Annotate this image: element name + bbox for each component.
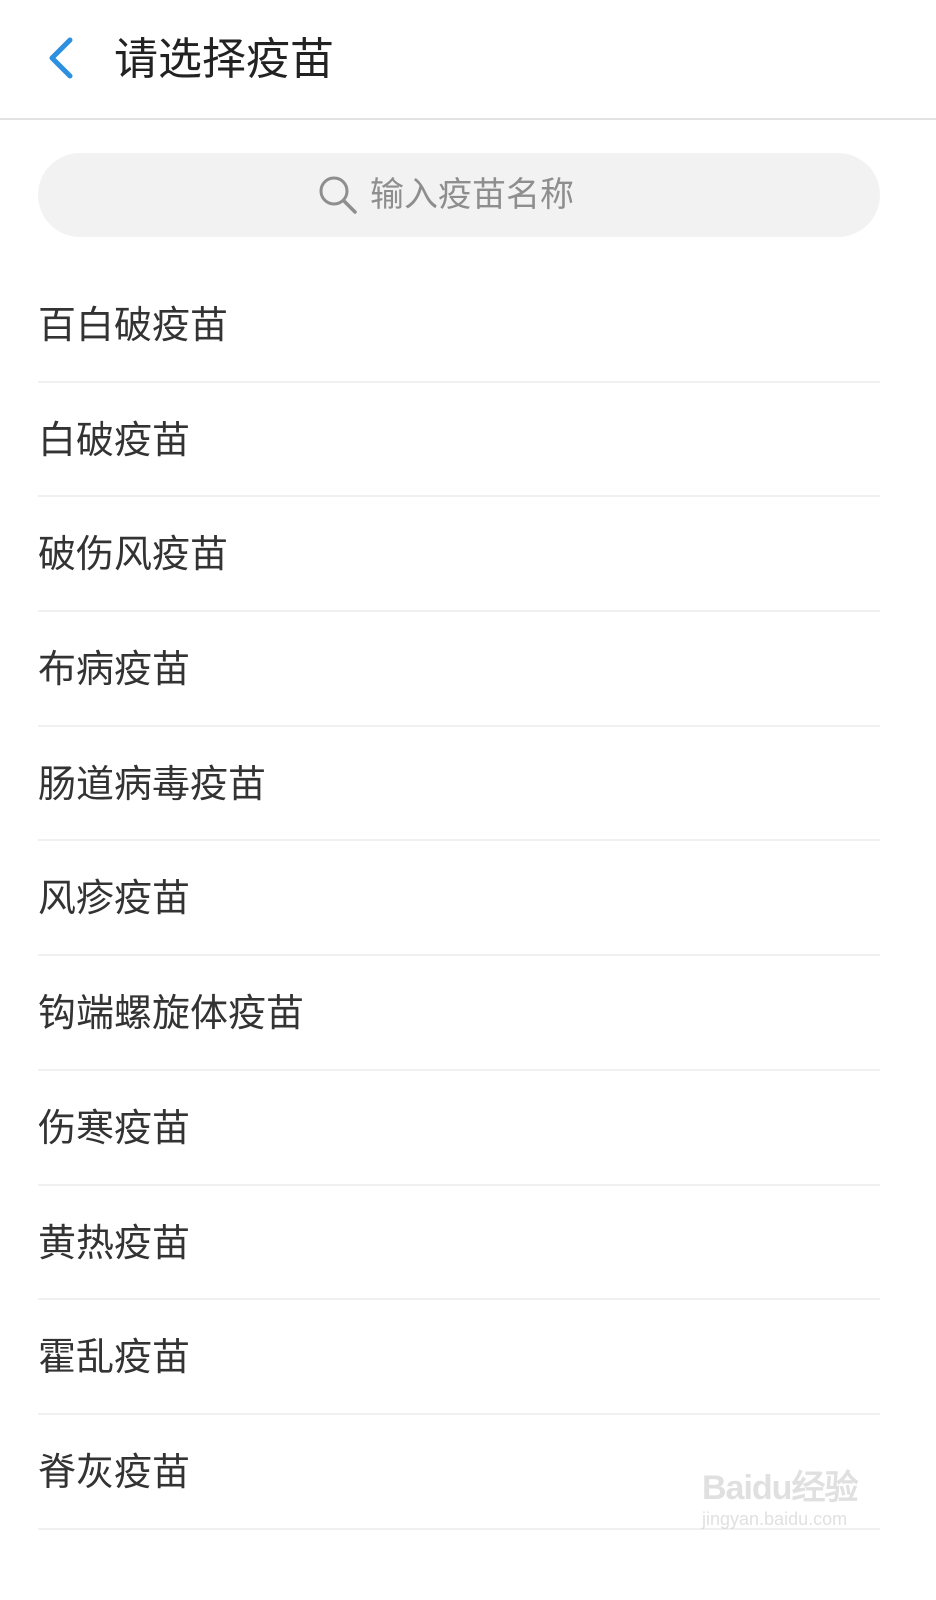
vaccine-list: 百白破疫苗 白破疫苗 破伤风疫苗 布病疫苗 肠道病毒疫苗 风疹疫苗 钩端螺旋体疫… xyxy=(38,268,880,1530)
vaccine-item[interactable]: 风疹疫苗 xyxy=(38,841,880,957)
vaccine-item[interactable]: 百白破疫苗 xyxy=(38,268,880,383)
search-icon xyxy=(318,175,358,215)
vaccine-item[interactable]: 布病疫苗 xyxy=(38,612,880,727)
vaccine-item[interactable]: 白破疫苗 xyxy=(38,383,880,498)
vaccine-item[interactable]: 霍乱疫苗 xyxy=(38,1300,880,1415)
vaccine-item[interactable]: 黄热疫苗 xyxy=(38,1186,880,1301)
vaccine-item[interactable]: 伤寒疫苗 xyxy=(38,1071,880,1186)
vaccine-item[interactable]: 脊灰疫苗 xyxy=(38,1415,880,1530)
chevron-left-icon xyxy=(44,36,76,84)
vaccine-item[interactable]: 破伤风疫苗 xyxy=(38,497,880,613)
vaccine-item[interactable]: 钩端螺旋体疫苗 xyxy=(38,956,880,1071)
search-input[interactable] xyxy=(370,175,600,215)
search-bar[interactable] xyxy=(38,153,880,237)
back-button[interactable] xyxy=(30,28,90,92)
vaccine-item[interactable]: 肠道病毒疫苗 xyxy=(38,727,880,842)
page-title: 请选择疫苗 xyxy=(114,34,334,85)
top-bar: 请选择疫苗 xyxy=(0,0,936,120)
